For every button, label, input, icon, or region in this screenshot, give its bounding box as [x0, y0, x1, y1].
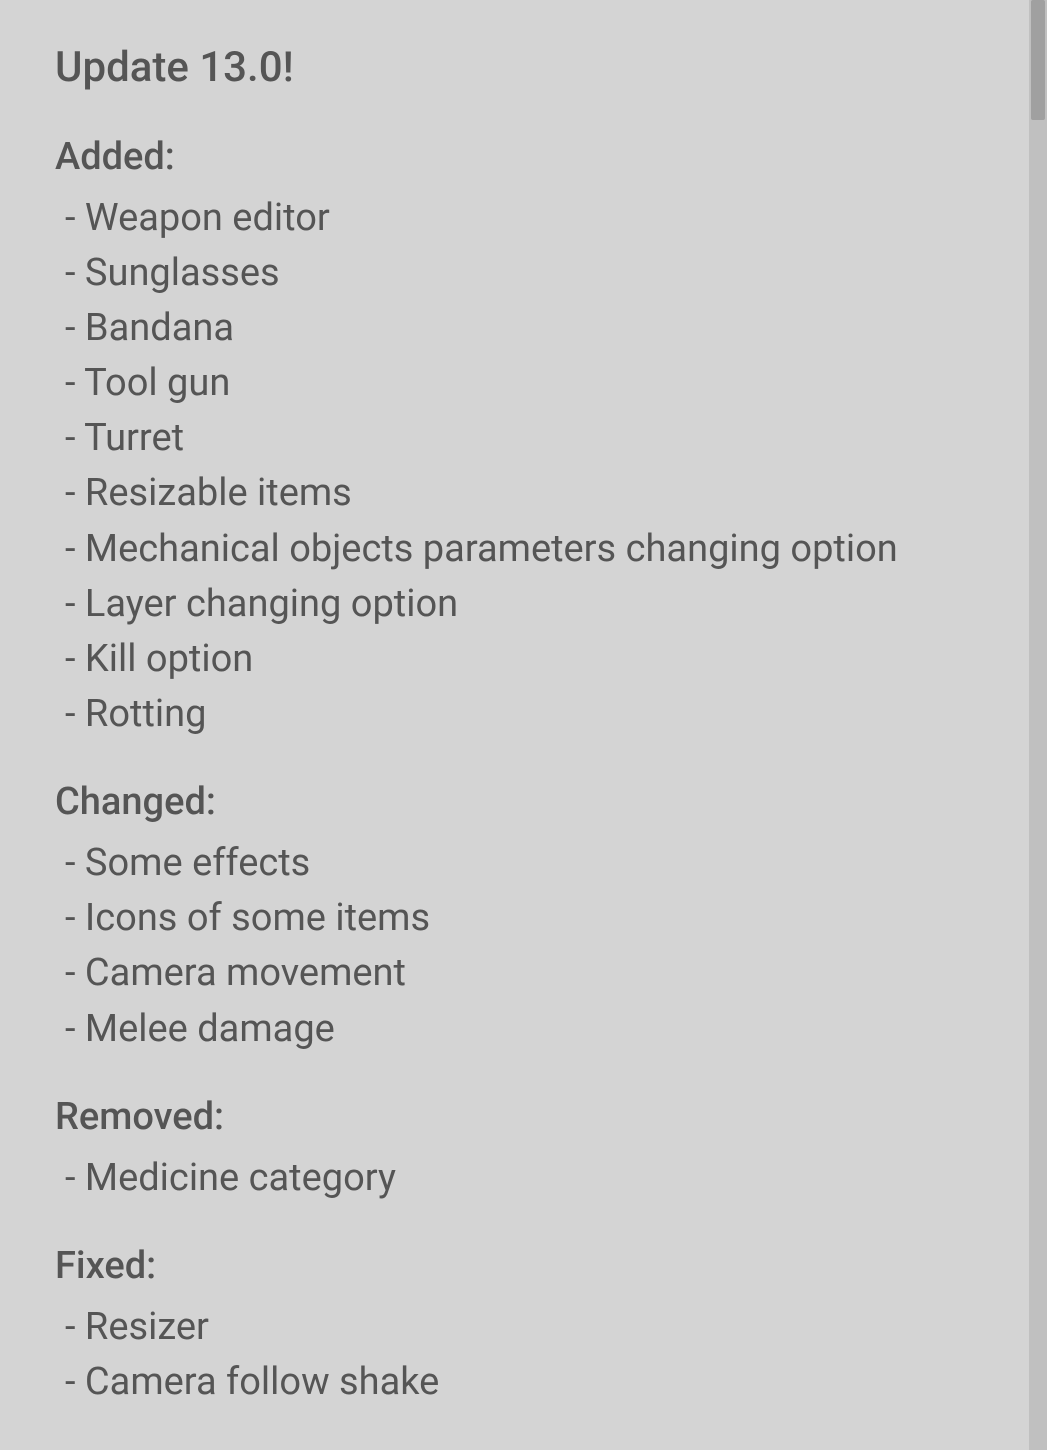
- list-item: - Rotting: [55, 687, 992, 742]
- section-header-added: Added:: [55, 132, 992, 183]
- scrollbar-track[interactable]: [1029, 0, 1047, 1450]
- item-list-removed: - Medicine category: [55, 1151, 992, 1206]
- section-header-removed: Removed:: [55, 1092, 992, 1143]
- page-title: Update 13.0!: [55, 40, 992, 97]
- item-list-fixed: - Resizer- Camera follow shake: [55, 1300, 992, 1410]
- item-list-changed: - Some effects- Icons of some items- Cam…: [55, 836, 992, 1056]
- list-item: - Kill option: [55, 632, 992, 687]
- section-header-fixed: Fixed:: [55, 1241, 992, 1292]
- list-item: - Resizer: [55, 1300, 992, 1355]
- list-item: - Some effects: [55, 836, 992, 891]
- list-item: - Layer changing option: [55, 577, 992, 632]
- list-item: - Mechanical objects parameters changing…: [55, 522, 992, 577]
- list-item: - Medicine category: [55, 1151, 992, 1206]
- list-item: - Sunglasses: [55, 246, 992, 301]
- list-item: - Tool gun: [55, 356, 992, 411]
- item-list-added: - Weapon editor- Sunglasses- Bandana- To…: [55, 191, 992, 742]
- sections-container: Added: - Weapon editor- Sunglasses- Banda…: [55, 132, 992, 1411]
- list-item: - Resizable items: [55, 466, 992, 521]
- list-item: - Bandana: [55, 301, 992, 356]
- page-container: Update 13.0! Added: - Weapon editor- Sung…: [0, 0, 1047, 1450]
- list-item: - Weapon editor: [55, 191, 992, 246]
- list-item: - Camera follow shake: [55, 1355, 992, 1410]
- list-item: - Turret: [55, 411, 992, 466]
- list-item: - Melee damage: [55, 1002, 992, 1057]
- list-item: - Camera movement: [55, 946, 992, 1001]
- list-item: - Icons of some items: [55, 891, 992, 946]
- section-header-changed: Changed:: [55, 777, 992, 828]
- content-area: Update 13.0! Added: - Weapon editor- Sung…: [55, 40, 992, 1410]
- scrollbar-thumb[interactable]: [1031, 0, 1045, 120]
